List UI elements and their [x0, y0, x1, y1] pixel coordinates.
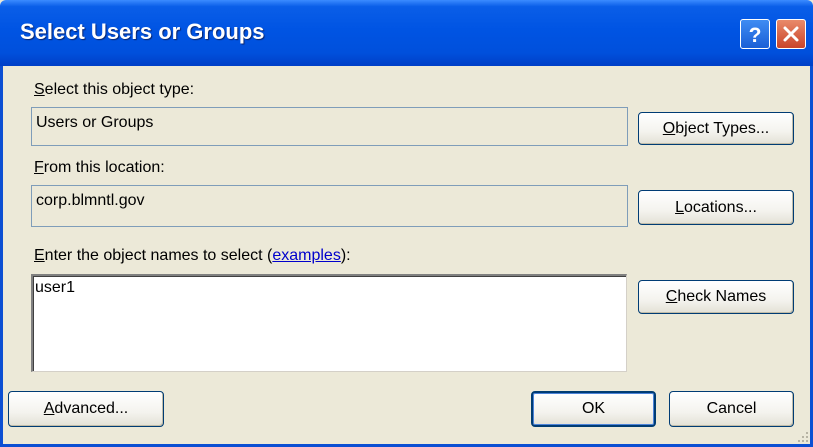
svg-text:?: ? [749, 24, 762, 45]
help-button[interactable]: ? [740, 19, 770, 49]
location-label: From this location: [34, 159, 165, 176]
object-names-input[interactable]: user1 [31, 274, 627, 372]
object-type-label: Select this object type: [34, 81, 195, 98]
window-border-left [0, 66, 3, 447]
check-names-button[interactable]: Check Names [638, 280, 794, 314]
object-types-button[interactable]: Object Types... [638, 112, 794, 145]
close-icon [783, 26, 799, 42]
title-bar[interactable]: Select Users or Groups ? [0, 0, 813, 66]
help-icon: ? [749, 24, 762, 45]
close-button[interactable] [776, 19, 806, 49]
locations-button[interactable]: Locations... [638, 190, 794, 225]
cancel-button[interactable]: Cancel [669, 391, 794, 427]
dialog-title: Select Users or Groups [20, 19, 265, 44]
object-type-field: Users or Groups [31, 107, 628, 146]
dialog-window: Select Users or Groups ? Select this obj… [0, 0, 813, 447]
examples-link[interactable]: examples [272, 247, 340, 264]
location-field: corp.blmntl.gov [31, 185, 628, 227]
resize-grip-icon[interactable] [795, 429, 809, 443]
advanced-button[interactable]: Advanced... [8, 391, 164, 427]
ok-button[interactable]: OK [531, 391, 656, 427]
object-names-label: Enter the object names to select (exampl… [34, 247, 351, 264]
